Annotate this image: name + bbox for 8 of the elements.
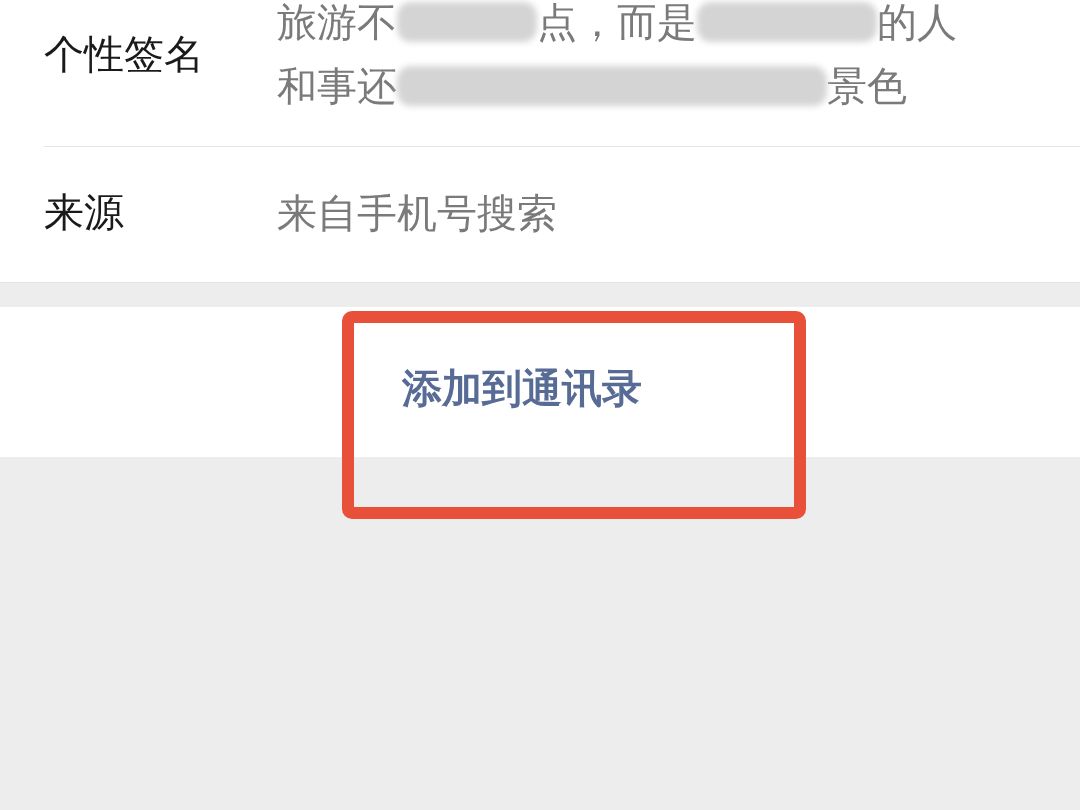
row-value: 和事还 — [277, 62, 397, 111]
row-value: 的人 — [877, 0, 957, 47]
row-label: 来源 — [44, 188, 125, 237]
row-value: 景色 — [827, 62, 907, 111]
row-label: 个性签名 — [44, 29, 205, 79]
row-value: 旅游不 — [277, 0, 397, 47]
row-value: 来自手机号搜索 — [277, 188, 557, 238]
row-value: 点，而是 — [537, 0, 697, 47]
